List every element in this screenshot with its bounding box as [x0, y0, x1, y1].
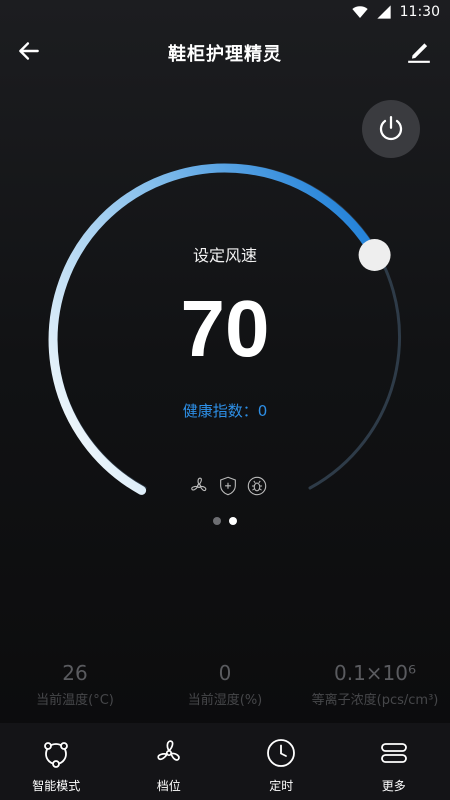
battery-icon: [376, 5, 391, 19]
speed-value: 70: [180, 284, 270, 373]
reading-label: 当前湿度(%): [187, 693, 263, 708]
wifi-icon: [351, 6, 368, 18]
page-dot[interactable]: [213, 517, 221, 525]
temperature-reading: 26 当前温度(°C): [0, 660, 150, 710]
nav-label: 定时: [269, 779, 294, 793]
nav-label: 智能模式: [32, 779, 81, 793]
nav-label: 档位: [156, 779, 181, 793]
health-index: 健康指数：0: [0, 400, 450, 421]
reading-label: 当前温度(°C): [36, 693, 114, 708]
clock-icon: [267, 739, 296, 767]
edit-icon[interactable]: [406, 38, 432, 64]
nav-label: 更多: [381, 779, 406, 793]
humidity-reading: 0 当前湿度(%): [150, 660, 300, 710]
sensor-readings: 26 当前温度(°C) 0 当前湿度(%) 0.1×10⁶ 等离子浓度(pcs/…: [0, 660, 450, 710]
app-bar: 鞋柜护理精灵: [0, 24, 450, 80]
reading-value: 26: [62, 661, 88, 685]
health-label: 健康指数：: [182, 402, 258, 420]
page-indicator: [213, 517, 237, 525]
page-title: 鞋柜护理精灵: [168, 44, 282, 65]
speed-label: 设定风速: [192, 246, 257, 265]
status-bar: 11:30: [0, 0, 450, 24]
nav-more[interactable]: 更多: [338, 723, 450, 800]
plasma-reading: 0.1×10⁶ 等离子浓度(pcs/cm³): [300, 660, 450, 710]
reading-value: 0.1×10⁶: [333, 661, 417, 685]
nav-fan-level[interactable]: 档位: [113, 723, 226, 800]
smart-mode-icon: [44, 742, 69, 768]
reading-label: 等离子浓度(pcs/cm³): [311, 693, 439, 708]
fan-mode-icon: [188, 475, 210, 497]
fan-icon: [157, 740, 180, 761]
health-value: 0: [257, 402, 268, 420]
page-dot-active[interactable]: [229, 517, 237, 525]
reading-value: 0: [218, 661, 232, 685]
nav-smart-mode[interactable]: 智能模式: [0, 723, 113, 800]
shield-plus-icon: [217, 475, 239, 497]
nav-timer[interactable]: 定时: [225, 723, 338, 800]
menu-icon: [380, 743, 407, 763]
bug-icon: [246, 475, 268, 497]
bottom-nav: 智能模式 档位 定时 更多: [0, 723, 450, 800]
mode-indicators: [188, 474, 268, 498]
clock-time: 11:30: [399, 4, 440, 20]
